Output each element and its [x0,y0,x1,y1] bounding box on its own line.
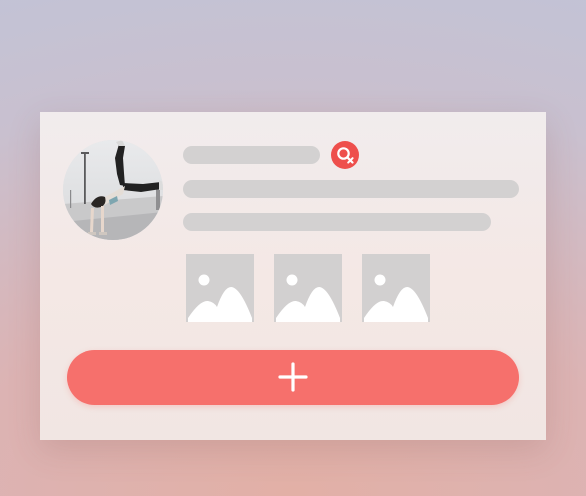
gender-badge[interactable] [331,141,359,169]
image-placeholder[interactable] [186,254,254,322]
image-placeholder[interactable] [274,254,342,322]
text-line-placeholder [183,180,519,198]
name-placeholder [183,146,320,164]
image-placeholder-icon [362,254,430,322]
gender-symbol-icon [337,147,354,164]
text-line-placeholder [183,213,491,231]
profile-photo [63,140,163,240]
plus-icon [278,362,308,392]
image-placeholder-icon [274,254,342,322]
add-button[interactable] [67,350,519,405]
avatar[interactable] [63,140,163,240]
image-placeholder[interactable] [362,254,430,322]
profile-card [40,112,546,440]
image-placeholder-icon [186,254,254,322]
